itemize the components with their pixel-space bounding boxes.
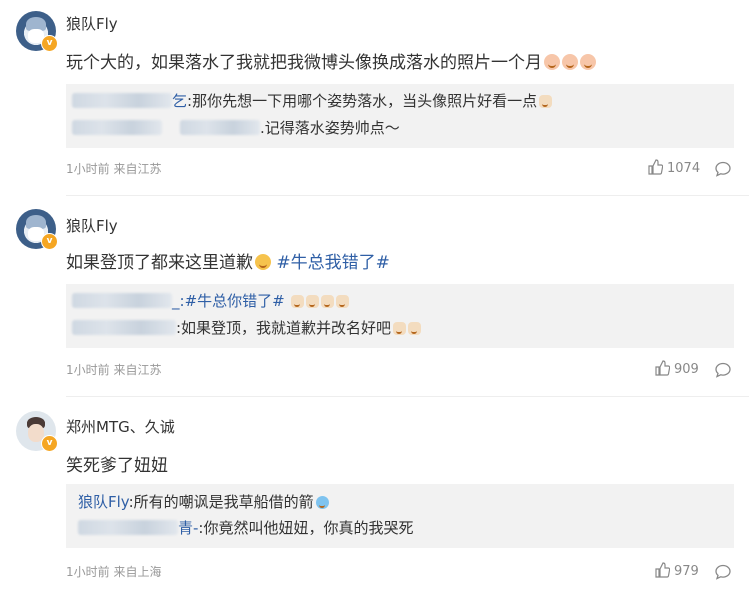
reply-text: :所有的嘲讽是我草船借的箭: [128, 493, 314, 511]
like-button[interactable]: 1074: [647, 159, 700, 176]
drooling-emoji-icon: [544, 54, 560, 70]
like-count: 1074: [667, 161, 701, 176]
blurred-username: [72, 293, 172, 308]
timestamp-location: 1小时前 来自江苏: [66, 363, 162, 377]
comment-item: v 郑州MTG、久诚 笑死爹了妞妞 狼队Fly:所有的嘲讽是我草船借的箭 青-:…: [0, 397, 749, 595]
reply-line: _:#牛总你错了#: [72, 290, 350, 311]
username[interactable]: 郑州MTG、久诚: [66, 416, 175, 437]
reply-box[interactable]: _:#牛总你错了# :如果登顶，我就道歉并改名好吧: [66, 284, 734, 348]
blurred-username: [180, 120, 260, 135]
comment-item: v 狼队Fly 如果登顶了都来这里道歉 #牛总我错了# _:#牛总你错了# :如…: [0, 196, 749, 396]
verified-badge-icon: v: [41, 435, 58, 452]
like-count: 979: [674, 564, 699, 579]
thumbs-up-icon: [655, 562, 670, 578]
like-count: 909: [674, 362, 699, 377]
thumbs-up-icon: [655, 360, 670, 376]
reply-text: :你竟然叫他妞妞，你真的我哭死: [198, 519, 414, 537]
comment-body: 笑死爹了妞妞: [66, 456, 168, 476]
like-button[interactable]: 979: [654, 562, 699, 579]
blurred-username: [78, 520, 178, 535]
shower-emoji-icon: [315, 496, 329, 509]
comment-text: 笑死爹了妞妞: [66, 451, 168, 476]
cat-emoji-icon: [321, 295, 335, 308]
username[interactable]: 狼队Fly: [66, 13, 118, 34]
like-button[interactable]: 909: [654, 360, 699, 377]
reply-box[interactable]: 乞:那你先想一下用哪个姿势落水，当头像照片好看一点 .记得落水姿势帅点～: [66, 84, 734, 148]
username[interactable]: 狼队Fly: [66, 215, 118, 236]
comment-text: 如果登顶了都来这里道歉 #牛总我错了#: [66, 248, 390, 273]
reply-author[interactable]: 青-: [178, 519, 198, 537]
drooling-emoji-icon: [562, 54, 578, 70]
reply-line: 乞:那你先想一下用哪个姿势落水，当头像照片好看一点: [72, 90, 553, 111]
reply-box[interactable]: 狼队Fly:所有的嘲讽是我草船借的箭 青-:你竟然叫他妞妞，你真的我哭死: [66, 484, 734, 548]
hashtag-link[interactable]: #牛总你错了#: [185, 292, 285, 310]
comment-icon[interactable]: [714, 160, 732, 178]
reply-line: .记得落水姿势帅点～: [72, 117, 400, 138]
verified-badge-icon: v: [41, 35, 58, 52]
timestamp-location: 1小时前 来自江苏: [66, 162, 162, 176]
comment-body: 如果登顶了都来这里道歉: [66, 253, 253, 273]
cat-emoji-icon: [336, 295, 350, 308]
blurred-username: [72, 93, 172, 108]
reply-author[interactable]: 狼队Fly: [78, 493, 129, 511]
comment-text: 玩个大的，如果落水了我就把我微博头像换成落水的照片一个月: [66, 48, 596, 73]
hashtag-link[interactable]: #牛总我错了#: [276, 253, 390, 273]
reply-author[interactable]: 乞: [172, 92, 187, 110]
reply-author[interactable]: _:: [172, 292, 185, 310]
thumbs-up-icon: [648, 159, 663, 175]
reply-line: 青-:你竟然叫他妞妞，你真的我哭死: [78, 517, 413, 538]
comment-icon[interactable]: [714, 361, 732, 379]
cat-emoji-icon: [393, 322, 407, 335]
blurred-username: [72, 120, 162, 135]
reply-text: .记得落水姿势帅点～: [260, 119, 400, 137]
blurred-username: [72, 320, 176, 335]
cat-emoji-icon: [291, 295, 305, 308]
cat-emoji-icon: [306, 295, 320, 308]
comment-body: 玩个大的，如果落水了我就把我微博头像换成落水的照片一个月: [66, 53, 542, 73]
cat-emoji-icon: [408, 322, 422, 335]
comment-icon[interactable]: [714, 563, 732, 581]
reply-text: :那你先想一下用哪个姿势落水，当头像照片好看一点: [187, 92, 538, 110]
reply-line: :如果登顶，我就道歉并改名好吧: [72, 317, 422, 338]
drooling-emoji-icon: [580, 54, 596, 70]
cat-emoji-icon: [539, 95, 553, 108]
reply-line: 狼队Fly:所有的嘲讽是我草船借的箭: [78, 491, 329, 512]
smile-emoji-icon: [255, 254, 271, 270]
verified-badge-icon: v: [41, 233, 58, 250]
timestamp-location: 1小时前 来自上海: [66, 565, 162, 579]
reply-text: :如果登顶，我就道歉并改名好吧: [176, 319, 392, 337]
comment-item: v 狼队Fly 玩个大的，如果落水了我就把我微博头像换成落水的照片一个月 乞:那…: [0, 0, 749, 195]
